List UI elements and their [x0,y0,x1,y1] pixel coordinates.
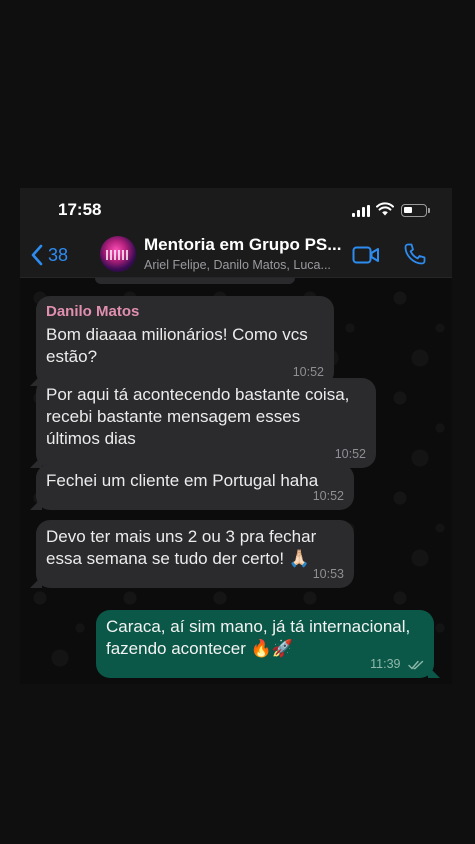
message-list[interactable]: Danilo Matos Bom diaaaa milionários! Com… [20,278,452,684]
message-time: 10:52 [312,489,344,503]
message-bubble[interactable]: Danilo Matos Bom diaaaa milionários! Com… [30,296,334,386]
message-bubble[interactable]: Devo ter mais uns 2 ou 3 pra fechar essa… [30,520,354,588]
message-text-line: estão? [46,347,98,366]
chat-title: Mentoria em Grupo PS... [144,235,342,254]
message-time: 11:39 [370,653,424,675]
chat-header: 38 Mentoria em Grupo PS... Ariel Felipe,… [20,232,452,278]
story-page: 17:58 38 Mentoria em Grupo PS... Ariel F… [0,0,475,844]
double-check-icon [408,660,424,670]
battery-icon [401,204,430,217]
chat-info[interactable]: Mentoria em Grupo PS... Ariel Felipe, Da… [144,235,350,272]
message-bubble-outgoing[interactable]: Caraca, aí sim mano, já tá internacional… [96,610,440,678]
previous-message-edge [95,278,295,284]
chat-screenshot: 17:58 38 Mentoria em Grupo PS... Ariel F… [20,188,452,684]
message-time: 10:52 [334,447,366,461]
message-bubble[interactable]: Fechei um cliente em Portugal haha 10:52 [30,464,354,510]
message-time-text: 11:39 [370,657,401,671]
status-bar: 17:58 [20,188,452,232]
back-button[interactable]: 38 [30,242,68,268]
message-text-line: últimos dias [46,429,136,448]
status-time: 17:58 [58,200,102,219]
chat-participants: Ariel Felipe, Danilo Matos, Luca... [144,258,331,272]
message-sender: Danilo Matos [46,303,140,320]
chevron-left-icon [31,244,43,266]
message-text-line: essa semana se tudo der certo! 🙏🏻 [46,549,311,568]
message-text-line: Bom diaaaa milionários! Como vcs [46,325,308,344]
signal-icon [352,205,372,217]
message-text-line: Fechei um cliente em Portugal haha [46,471,319,490]
message-text-line: Por aqui tá acontecendo bastante coisa, [46,385,350,404]
message-time: 10:53 [312,567,344,581]
message-text-line: recebi bastante mensagem esses [46,407,301,426]
message-bubble[interactable]: Por aqui tá acontecendo bastante coisa, … [30,378,376,468]
group-avatar[interactable] [100,236,136,272]
unread-count: 38 [48,244,69,265]
video-camera-icon[interactable] [352,244,380,266]
wifi-icon [376,202,394,216]
phone-icon[interactable] [403,242,427,266]
message-text-line: Caraca, aí sim mano, já tá internacional… [106,617,411,636]
message-text-line: Devo ter mais uns 2 ou 3 pra fechar [46,527,317,546]
